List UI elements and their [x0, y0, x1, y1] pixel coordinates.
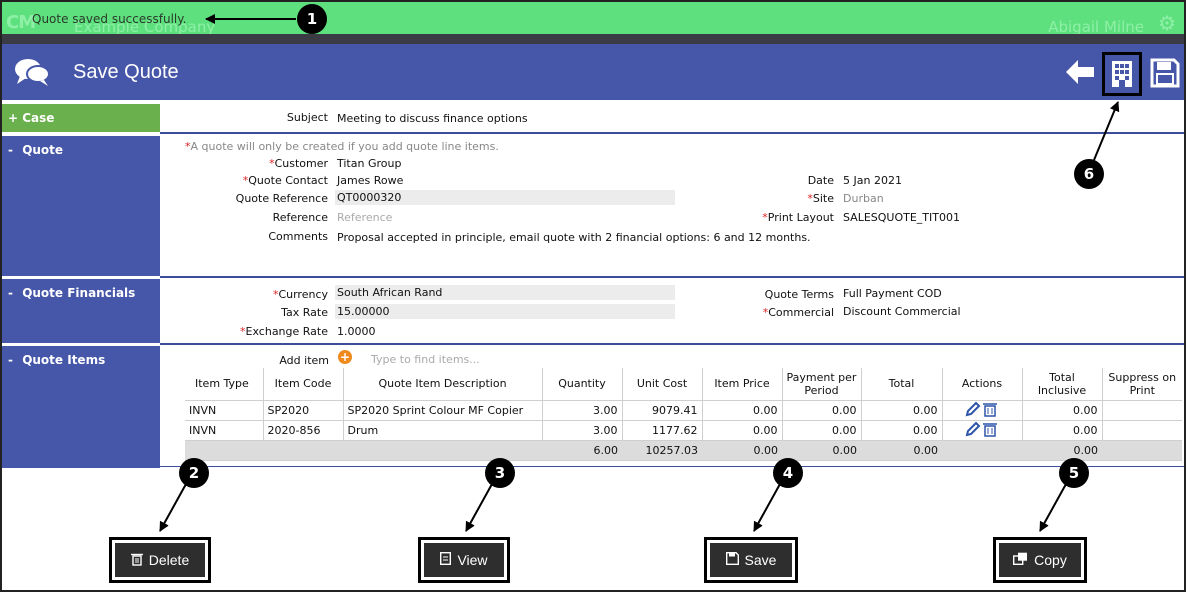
callout-badge: 3	[485, 458, 515, 488]
callout-badge: 4	[773, 458, 803, 488]
callout-badge: 1	[297, 4, 327, 34]
callout-badge: 2	[179, 458, 209, 488]
callout-badge: 5	[1059, 458, 1089, 488]
callout-badge: 6	[1074, 159, 1104, 189]
callout-arrows	[159, 14, 1120, 532]
